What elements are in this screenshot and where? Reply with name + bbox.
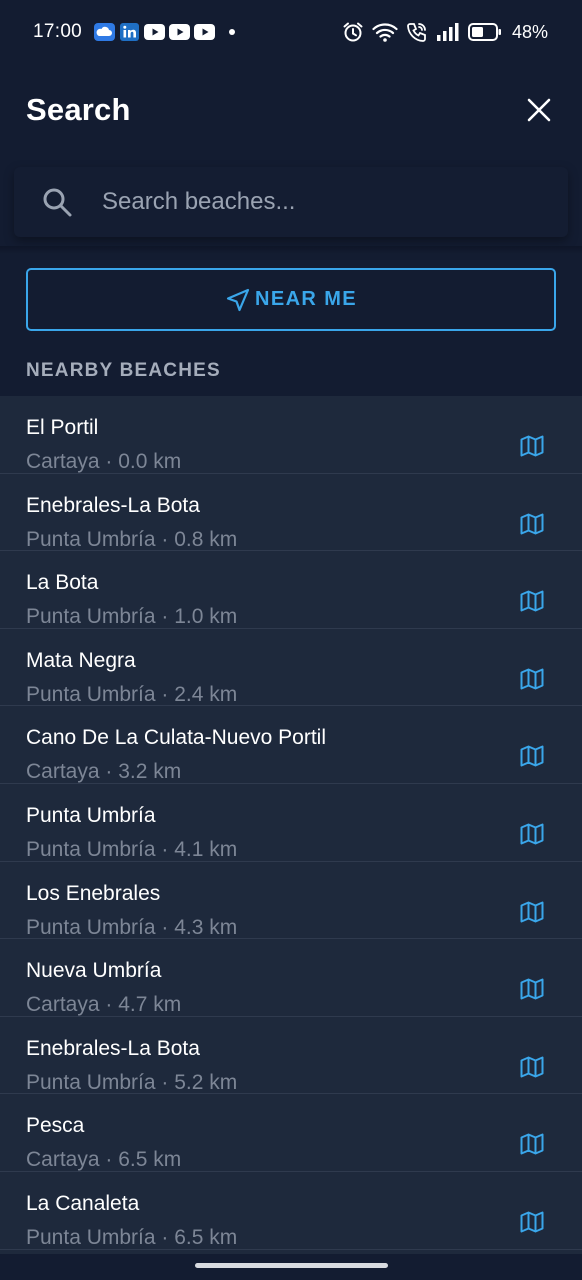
beach-name: Enebrales-La Bota (26, 493, 200, 517)
map-icon (520, 1056, 544, 1078)
system-status-icons: 48% (342, 21, 548, 43)
beach-list: El Portil Cartaya · 0.0 km Enebrales-La … (0, 396, 582, 1254)
beach-name: El Portil (26, 416, 99, 439)
beach-location-distance: Punta Umbría · 4.1 km (26, 837, 238, 861)
beach-name: Cano De La Culata-Nuevo Portil (26, 726, 326, 750)
youtube-icon (169, 23, 191, 41)
header-shadow (0, 246, 582, 254)
close-icon (527, 98, 551, 122)
beach-name: Punta Umbría (26, 803, 156, 827)
linkedin-icon (119, 23, 140, 41)
beach-name: Pesca (26, 1114, 85, 1138)
map-icon (520, 668, 544, 690)
list-item[interactable]: Enebrales-La Bota Punta Umbría · 0.8 km (0, 474, 582, 552)
wifi-icon (372, 22, 398, 42)
notification-icons (94, 23, 236, 41)
header: Search (0, 64, 582, 156)
beach-location-distance: Cartaya · 6.5 km (26, 1148, 182, 1172)
list-item[interactable]: Enebrales-La Bota Punta Umbría · 5.2 km (0, 1017, 582, 1095)
beach-name: Enebrales-La Bota (26, 1036, 200, 1060)
youtube-icon (144, 23, 166, 41)
navigation-arrow-icon (226, 288, 250, 311)
map-icon (520, 745, 544, 767)
search-bar (14, 167, 568, 237)
battery-icon (467, 22, 502, 42)
list-item[interactable]: Cano De La Culata-Nuevo Portil Cartaya ·… (0, 706, 582, 784)
map-icon (520, 1133, 544, 1155)
beach-location-distance: Cartaya · 0.0 km (26, 450, 182, 473)
list-item[interactable]: Pesca Cartaya · 6.5 km (0, 1094, 582, 1172)
near-me-button[interactable]: NEAR ME (26, 268, 556, 331)
map-icon (520, 513, 544, 535)
beach-location-distance: Punta Umbría · 4.3 km (26, 915, 238, 939)
map-icon (520, 1211, 544, 1233)
beach-name: Los Enebrales (26, 881, 161, 905)
battery-percent: 48% (511, 21, 548, 42)
list-item[interactable]: La Canaleta Punta Umbría · 6.5 km (0, 1172, 582, 1250)
map-button[interactable] (518, 742, 546, 770)
beach-name: La Bota (26, 571, 99, 595)
map-icon (520, 435, 544, 457)
list-item[interactable]: Punta Umbría Punta Umbría · 4.1 km (0, 784, 582, 862)
map-button[interactable] (518, 1130, 546, 1158)
home-indicator[interactable] (195, 1263, 388, 1268)
map-button[interactable] (518, 665, 546, 693)
youtube-icon (194, 23, 216, 41)
map-icon (520, 590, 544, 612)
beach-location-distance: Punta Umbría · 5.2 km (26, 1070, 238, 1094)
beach-location-distance: Punta Umbría · 1.0 km (26, 605, 238, 629)
list-item[interactable]: Mata Negra Punta Umbría · 2.4 km (0, 629, 582, 707)
list-item[interactable]: Los Enebrales Punta Umbría · 4.3 km (0, 862, 582, 940)
beach-name: Nueva Umbría (26, 959, 162, 983)
map-button[interactable] (518, 898, 546, 926)
map-button[interactable] (518, 1053, 546, 1081)
beach-location-distance: Cartaya · 4.7 km (26, 993, 182, 1017)
map-button[interactable] (518, 820, 546, 848)
beach-name: Mata Negra (26, 648, 136, 672)
beach-name: La Canaleta (26, 1191, 140, 1215)
call-icon (406, 21, 428, 43)
map-button[interactable] (518, 587, 546, 615)
close-button[interactable] (515, 86, 563, 134)
beach-location-distance: Punta Umbría · 6.5 km (26, 1225, 238, 1249)
alarm-icon (342, 21, 364, 43)
page-title: Search (26, 92, 131, 127)
beach-location-distance: Punta Umbría · 0.8 km (26, 527, 238, 551)
list-item[interactable]: Nueva Umbría Cartaya · 4.7 km (0, 939, 582, 1017)
map-button[interactable] (518, 510, 546, 538)
status-bar: 17:00 48% (0, 0, 582, 64)
search-screen: 17:00 48% Search Search beaches... NEAR … (0, 0, 582, 1280)
cloud-icon (94, 23, 116, 41)
beach-location-distance: Cartaya · 3.2 km (26, 760, 182, 784)
signal-icon (436, 22, 460, 42)
list-item[interactable]: El Portil Cartaya · 0.0 km (0, 396, 582, 474)
list-item[interactable]: La Bota Punta Umbría · 1.0 km (0, 551, 582, 629)
section-label-nearby: NEARBY BEACHES (26, 360, 221, 381)
map-icon (520, 901, 544, 923)
map-icon (520, 823, 544, 845)
near-me-label: NEAR ME (254, 288, 358, 310)
beach-location-distance: Punta Umbría · 2.4 km (26, 682, 238, 706)
search-icon (37, 182, 77, 222)
map-button[interactable] (518, 1208, 546, 1236)
more-notifications-dot (229, 29, 236, 35)
status-time: 17:00 (33, 21, 83, 42)
search-input[interactable] (102, 177, 568, 227)
map-icon (520, 978, 544, 1000)
map-button[interactable] (518, 432, 546, 460)
map-button[interactable] (518, 975, 546, 1003)
